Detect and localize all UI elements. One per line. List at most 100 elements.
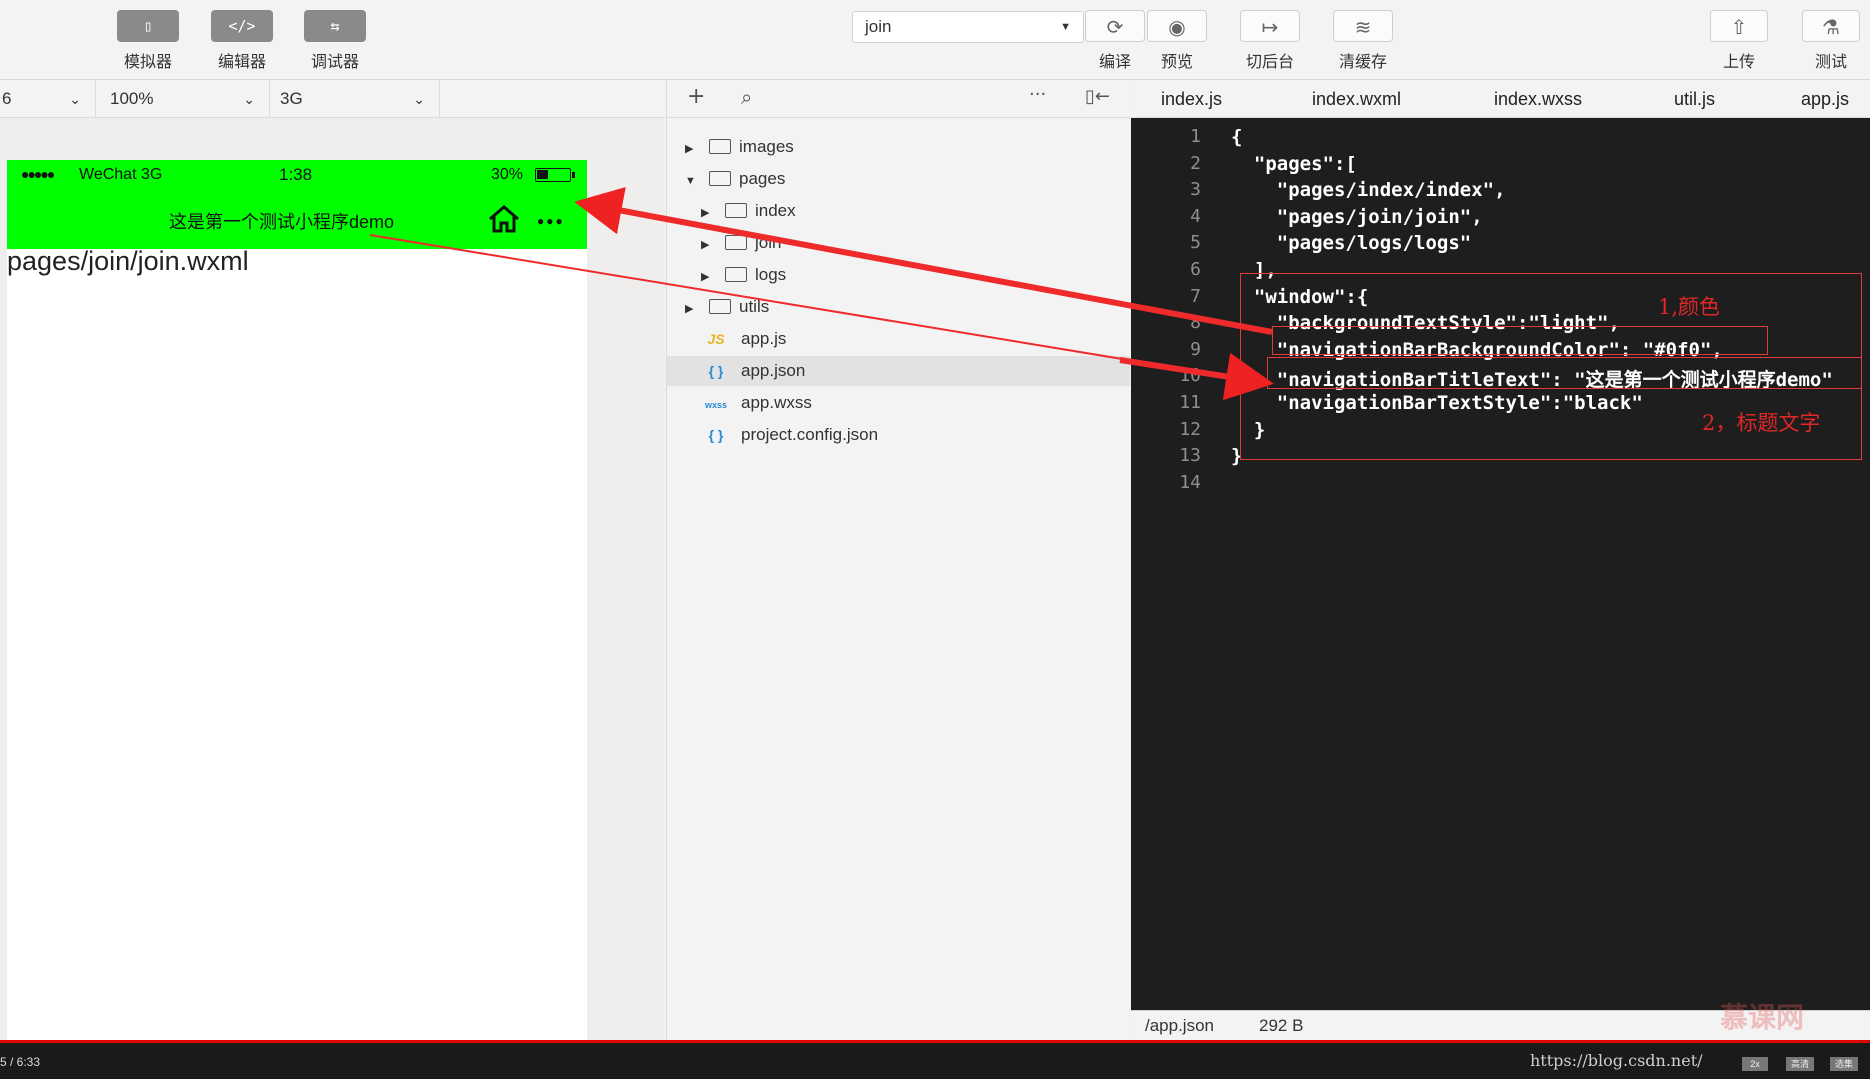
episodes-button[interactable]: 选集 (1830, 1057, 1858, 1071)
chevron-down-icon: ⌄ (243, 91, 255, 107)
tree-file-app-json[interactable]: { } app.json (667, 356, 1130, 386)
tree-label: logs (755, 265, 787, 284)
collapse-icon[interactable]: ▯← (1085, 86, 1110, 107)
tab-app-js[interactable]: app.js (1801, 80, 1849, 118)
tree-file-project-config[interactable]: { } project.config.json (699, 420, 878, 450)
status-bar: ●●●●● WeChat 3G 1:38 30% (7, 160, 587, 190)
debugger-toggle[interactable]: ⇆ 调试器 (300, 10, 370, 72)
carrier-label: WeChat 3G (79, 166, 163, 183)
file-path: /app.json (1145, 1016, 1214, 1035)
upload-button[interactable]: ⇧ 上传 (1706, 10, 1772, 72)
background-button[interactable]: ↦ 切后台 (1234, 10, 1306, 72)
network-select[interactable]: 3G ⌄ (270, 80, 440, 118)
line-number: 4 (1190, 205, 1201, 227)
simulator-toggle[interactable]: ▯ 模拟器 (113, 10, 183, 72)
line-number: 7 (1190, 285, 1201, 307)
code-line: "pages":[ (1231, 152, 1357, 175)
code-line: { (1231, 126, 1243, 148)
line-number: 9 (1190, 338, 1201, 360)
line-number: 10 (1179, 365, 1201, 387)
page-content-text: pages/join/join.wxml (7, 246, 249, 276)
tree-label: index (755, 201, 796, 220)
folder-icon (725, 203, 747, 218)
tree-file-app-wxss[interactable]: wxss app.wxss (699, 388, 812, 418)
tree-label: utils (739, 297, 770, 316)
compile-mode-value: join (865, 17, 892, 36)
tree-folder-join[interactable]: ▶ join (701, 228, 781, 258)
tree-file-app-js[interactable]: JS app.js (699, 324, 786, 354)
preview-button[interactable]: ◉ 预览 (1144, 10, 1210, 72)
more-icon[interactable]: ●●● (537, 214, 565, 228)
add-icon[interactable]: + (687, 84, 705, 109)
preview-label: 预览 (1160, 54, 1193, 71)
more-options-icon[interactable]: ··· (1029, 84, 1046, 105)
battery-icon (535, 168, 575, 182)
refresh-icon: ⟳ (1085, 10, 1145, 42)
code-line: "pages/index/index", (1231, 179, 1506, 202)
tab-index-wxss[interactable]: index.wxss (1494, 80, 1582, 118)
editor-tabs: index.js index.wxml index.wxss util.js a… (1131, 80, 1870, 118)
signal-icon: ●●●●● (21, 166, 55, 182)
tree-label: app.wxss (741, 393, 812, 412)
line-number: 8 (1190, 312, 1201, 334)
tree-label: pages (739, 169, 786, 188)
video-control-bar: 5 / 6:33 https://blog.csdn.net/ 2x 高清 选集 (0, 1040, 1870, 1079)
tab-util-js[interactable]: util.js (1674, 80, 1715, 118)
tab-index-wxml[interactable]: index.wxml (1312, 80, 1401, 118)
clear-cache-button[interactable]: ≋ 清缓存 (1327, 10, 1399, 72)
line-number: 11 (1179, 392, 1201, 413)
tree-label: images (739, 137, 794, 156)
folder-icon (709, 299, 731, 314)
zoom-select[interactable]: 100% ⌄ (100, 80, 270, 118)
devtools-window: ▯ 模拟器 </> 编辑器 ⇆ 调试器 join ▼ ⟳ 编译 ◉ 预览 ↦ 切… (0, 0, 1870, 1079)
compile-label: 编译 (1098, 54, 1131, 71)
tree-folder-images[interactable]: ▶ images (685, 132, 794, 162)
top-toolbar: ▯ 模拟器 </> 编辑器 ⇆ 调试器 join ▼ ⟳ 编译 ◉ 预览 ↦ 切… (0, 0, 1870, 80)
navigation-bar: ●●●●● WeChat 3G 1:38 30% 这是第一个测试小程序demo … (7, 160, 587, 249)
zoom-value: 100% (110, 89, 154, 108)
line-number: 6 (1190, 259, 1201, 280)
video-time: 5 / 6:33 (0, 1055, 41, 1069)
compile-button[interactable]: ⟳ 编译 (1082, 10, 1148, 72)
switch-background-icon: ↦ (1240, 10, 1300, 42)
tree-label: app.json (741, 361, 806, 380)
device-select[interactable]: 6 ⌄ (0, 80, 96, 118)
annotation-title-note: 2，标题文字 (1702, 411, 1821, 435)
speed-button[interactable]: 2x (1742, 1057, 1768, 1071)
simulator-options-bar: 6 ⌄ 100% ⌄ 3G ⌄ (0, 80, 665, 118)
folder-icon (709, 139, 731, 154)
file-size: 292 B (1259, 1016, 1304, 1035)
status-time: 1:38 (279, 165, 313, 184)
tab-index-js[interactable]: index.js (1161, 80, 1222, 118)
test-button[interactable]: ⚗ 测试 (1798, 10, 1864, 72)
json-file-icon: { } (708, 427, 724, 443)
test-label: 测试 (1814, 54, 1847, 71)
simulator-label: 模拟器 (123, 54, 172, 71)
folder-icon (725, 235, 747, 250)
chevron-down-icon: ⌄ (69, 91, 81, 107)
code-icon: </> (211, 10, 273, 42)
search-icon[interactable]: ⌕ (741, 85, 752, 109)
line-number: 12 (1179, 418, 1201, 440)
debugger-label: 调试器 (310, 54, 359, 71)
quality-button[interactable]: 高清 (1786, 1057, 1814, 1071)
tree-folder-logs[interactable]: ▶ logs (701, 260, 786, 290)
line-number: 5 (1190, 232, 1201, 254)
nav-title: 这是第一个测试小程序demo (169, 212, 395, 232)
tree-folder-pages[interactable]: ▼ pages (685, 164, 785, 194)
tree-label: project.config.json (741, 425, 879, 444)
tree-folder-utils[interactable]: ▶ utils (685, 292, 769, 322)
line-number: 1 (1190, 126, 1201, 147)
home-icon[interactable] (487, 204, 521, 234)
code-editor[interactable]: 1 2 3 4 5 6 7 8 9 10 11 12 13 14 { "pages":[ "pages/i… (1131, 118, 1870, 1010)
tree-folder-index[interactable]: ▶ index (701, 196, 796, 226)
background-label: 切后台 (1245, 54, 1294, 71)
compile-mode-select[interactable]: join ▼ (852, 11, 1084, 43)
editor-toggle[interactable]: </> 编辑器 (207, 10, 277, 72)
network-value: 3G (280, 89, 303, 108)
tree-label: app.js (741, 329, 787, 348)
code-line: "pages/join/join", (1231, 205, 1483, 228)
debug-icon: ⇆ (304, 10, 366, 42)
js-file-icon: JS (707, 331, 725, 347)
tree-label: join (755, 233, 782, 252)
